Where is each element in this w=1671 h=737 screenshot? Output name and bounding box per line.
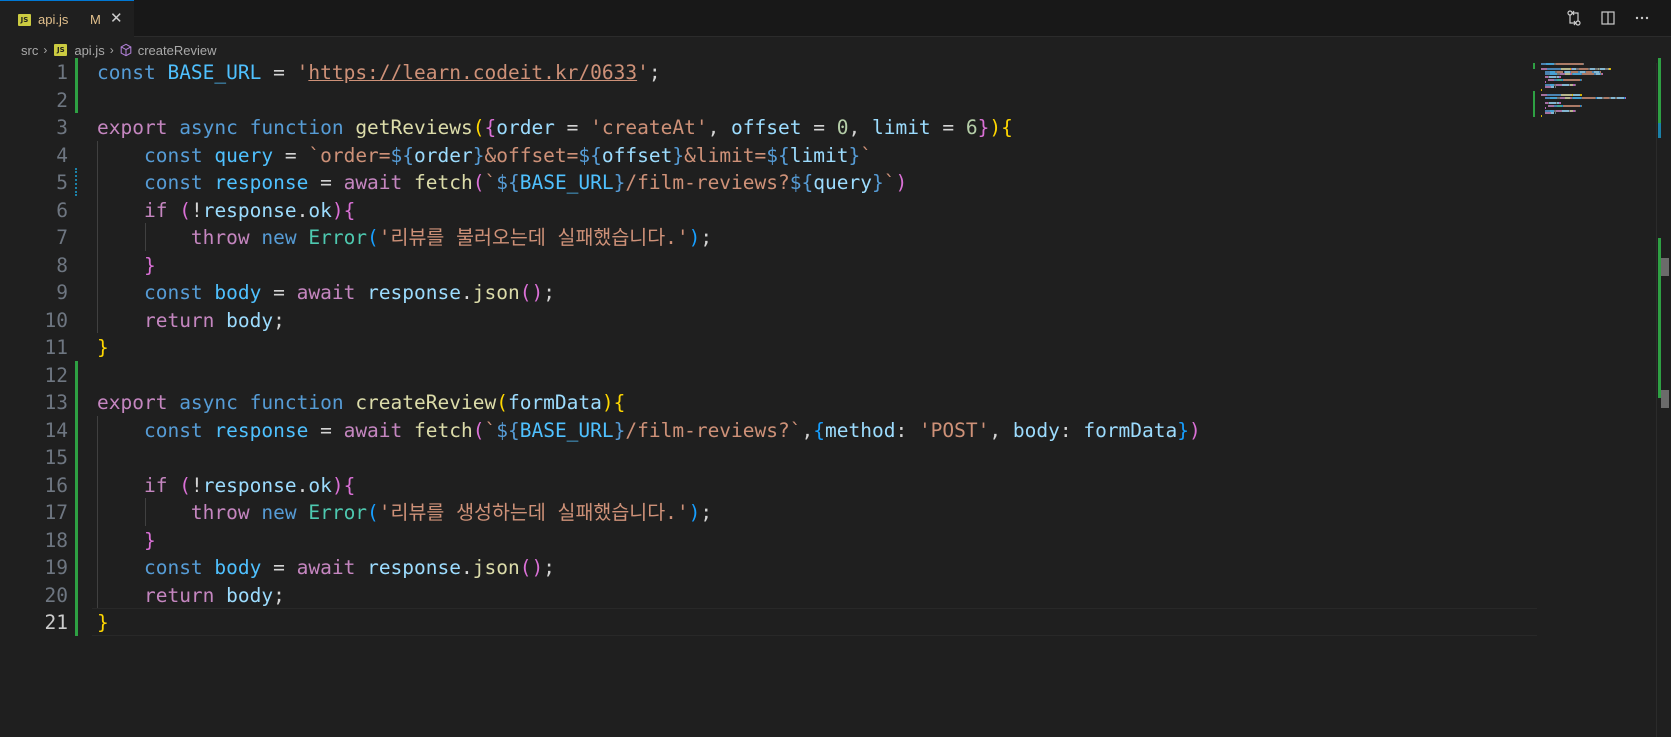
scrollbar-cursor-mark bbox=[1661, 390, 1669, 408]
minimap-token bbox=[1541, 89, 1542, 91]
minimap-token bbox=[1624, 96, 1626, 99]
line-number: 16 bbox=[44, 473, 68, 497]
minimap-token bbox=[1561, 109, 1569, 112]
breadcrumb-symbol-label: createReview bbox=[137, 42, 217, 58]
code-text: if (!response.ok){ bbox=[143, 198, 356, 222]
line-number: 10 bbox=[44, 308, 68, 332]
minimap-change-mark bbox=[1533, 91, 1535, 117]
minimap-token bbox=[1616, 96, 1624, 99]
line-number: 9 bbox=[56, 281, 68, 304]
code-editor[interactable]: 1 const BASE_URL = 'https://learn.codeit.… bbox=[0, 58, 1671, 737]
code-text: return body; bbox=[143, 308, 285, 332]
line-number: 15 bbox=[44, 446, 68, 469]
minimap-token bbox=[1575, 83, 1577, 86]
minimap-token bbox=[1557, 63, 1583, 65]
code-text: export async function getReviews({order … bbox=[97, 116, 1013, 139]
minimap-token bbox=[1562, 78, 1580, 81]
code-text: } bbox=[97, 611, 109, 634]
minimap-token bbox=[1561, 83, 1569, 86]
breadcrumb-file[interactable]: JS api.js bbox=[52, 42, 105, 58]
minimap-token bbox=[1573, 96, 1581, 99]
scrollbar-thumb[interactable] bbox=[1661, 258, 1669, 276]
minimap-token bbox=[1581, 73, 1595, 76]
minimap-token bbox=[1546, 63, 1554, 65]
minimap-token bbox=[1573, 73, 1581, 76]
line-number: 13 bbox=[44, 391, 68, 414]
line-number: 21 bbox=[44, 611, 68, 634]
code-text: export async function createReview(formD… bbox=[97, 391, 626, 414]
minimap-token bbox=[1550, 96, 1558, 99]
code-text: const body = await response.json(); bbox=[143, 281, 555, 304]
close-icon[interactable]: ✕ bbox=[110, 9, 123, 27]
line-number: 1 bbox=[56, 61, 68, 84]
scrollbar-change-mark bbox=[1658, 58, 1661, 128]
minimap-token bbox=[1541, 115, 1542, 117]
breadcrumb-folder[interactable]: src bbox=[21, 43, 38, 58]
editor-actions bbox=[1565, 9, 1651, 27]
more-actions-icon[interactable] bbox=[1633, 9, 1651, 27]
code-text: } bbox=[143, 528, 156, 552]
code-text: const query = `order=${order}&offset=${o… bbox=[143, 143, 872, 167]
code-text: throw new Error('리뷰를 생성하는데 실패했습니다.'); bbox=[190, 501, 713, 524]
line-number: 5 bbox=[56, 171, 68, 194]
current-line-highlight bbox=[92, 608, 1537, 636]
code-text: const response = await fetch(`${BASE_URL… bbox=[143, 418, 1201, 442]
git-modified-marker bbox=[75, 168, 80, 196]
line-number: 14 bbox=[44, 418, 68, 442]
chevron-right-icon: › bbox=[43, 43, 48, 57]
code-text: throw new Error('리뷰를 불러오는데 실패했습니다.'); bbox=[190, 226, 713, 249]
minimap[interactable] bbox=[1533, 63, 1653, 123]
line-number: 20 bbox=[44, 583, 68, 607]
breadcrumb-file-label: api.js bbox=[74, 42, 105, 58]
minimap-token bbox=[1580, 104, 1582, 107]
minimap-token bbox=[1580, 78, 1582, 81]
breadcrumb-symbol[interactable]: createReview bbox=[119, 42, 217, 58]
line-number: 17 bbox=[44, 501, 68, 524]
split-editor-icon[interactable] bbox=[1599, 9, 1617, 27]
javascript-file-icon: JS bbox=[54, 44, 68, 56]
chevron-right-icon: › bbox=[109, 43, 114, 57]
modified-indicator: M bbox=[90, 12, 101, 27]
minimap-token bbox=[1602, 73, 1604, 76]
line-number: 11 bbox=[44, 336, 68, 359]
minimap-change-mark bbox=[1533, 63, 1535, 69]
minimap-token bbox=[1554, 112, 1556, 115]
code-text: const body = await response.json(); bbox=[143, 556, 555, 579]
scrollbar-change-mark bbox=[1658, 123, 1661, 138]
code-text: return body; bbox=[143, 583, 285, 607]
line-number: 3 bbox=[56, 116, 68, 139]
tab-api-js[interactable]: JS api.js M ✕ bbox=[0, 0, 134, 37]
line-number: 4 bbox=[56, 143, 68, 167]
code-text: const response = await fetch(`${BASE_URL… bbox=[143, 171, 908, 194]
line-number: 7 bbox=[56, 226, 68, 249]
minimap-token bbox=[1554, 86, 1556, 89]
line-number: 6 bbox=[56, 198, 68, 222]
tab-bar: JS api.js M ✕ bbox=[0, 0, 1671, 37]
line-number: 18 bbox=[44, 528, 68, 552]
minimap-token bbox=[1581, 96, 1595, 99]
line-number: 19 bbox=[44, 556, 68, 579]
git-added-marker bbox=[75, 360, 78, 636]
line-number: 12 bbox=[44, 363, 68, 387]
minimap-token bbox=[1575, 109, 1577, 112]
tab-label: api.js bbox=[38, 12, 69, 27]
vertical-scrollbar[interactable] bbox=[1656, 58, 1671, 737]
code-text: if (!response.ok){ bbox=[143, 473, 356, 497]
git-added-marker bbox=[75, 58, 78, 113]
compare-changes-icon[interactable] bbox=[1565, 9, 1583, 27]
minimap-token bbox=[1610, 68, 1612, 71]
code-text: } bbox=[143, 253, 156, 277]
code-text: const BASE_URL = 'https://learn.codeit.k… bbox=[97, 61, 661, 84]
line-number: 2 bbox=[56, 88, 68, 112]
line-number: 8 bbox=[56, 253, 68, 277]
code-text: } bbox=[97, 336, 109, 359]
javascript-file-icon: JS bbox=[18, 14, 31, 26]
minimap-token bbox=[1583, 63, 1585, 65]
minimap-token bbox=[1562, 104, 1580, 107]
method-cube-icon bbox=[120, 43, 132, 57]
